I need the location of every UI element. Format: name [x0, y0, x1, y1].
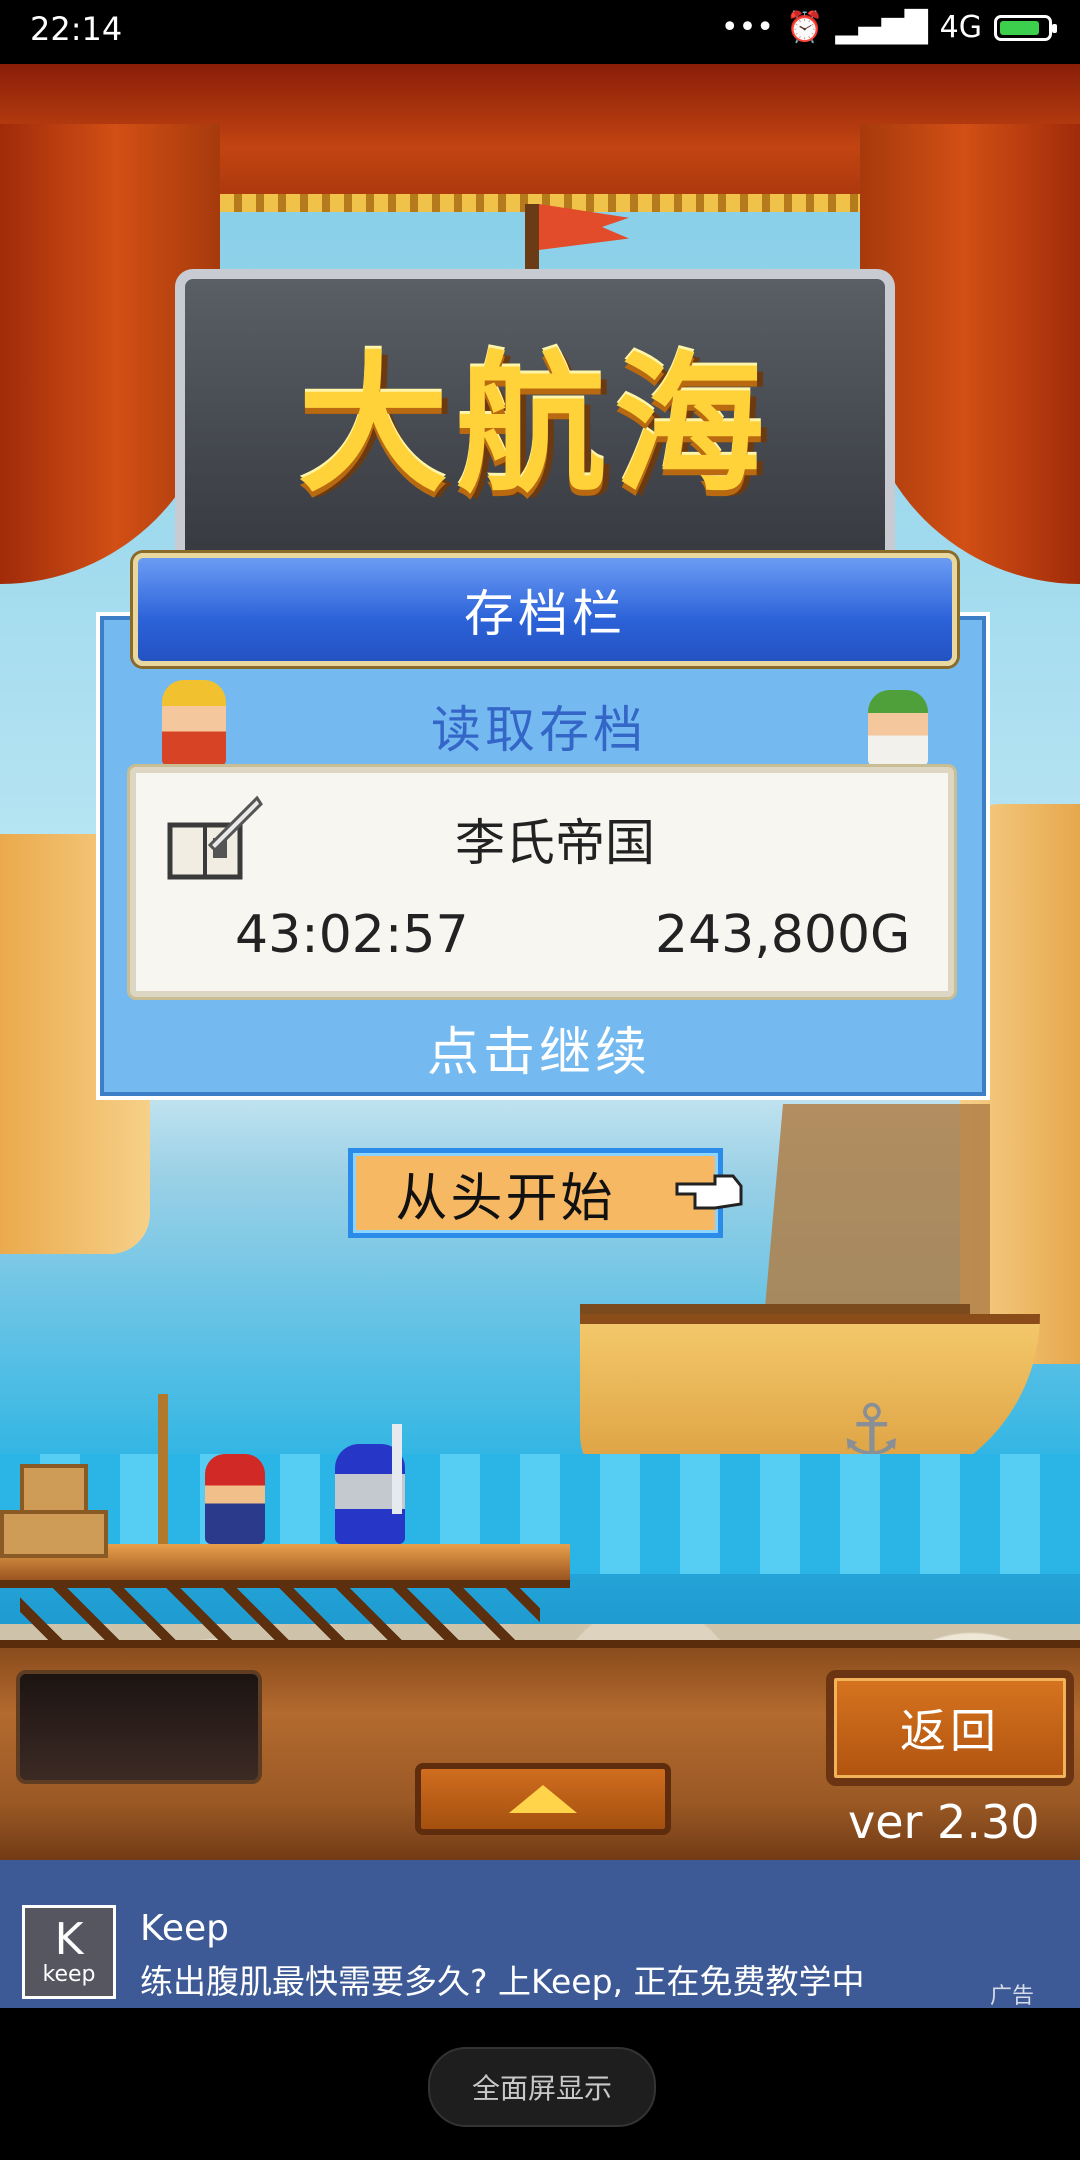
load-save-label: 读取存档 — [431, 701, 647, 759]
journal-quill-icon — [167, 795, 263, 880]
expand-menu-button[interactable] — [415, 1763, 671, 1835]
back-button[interactable]: 返回 — [826, 1670, 1074, 1786]
arrow-up-icon — [509, 1785, 577, 1813]
network-type: 4G — [939, 10, 982, 45]
info-slot — [16, 1670, 262, 1784]
continue-prompt[interactable]: 点击继续 — [96, 1010, 982, 1085]
status-icons: ••• ⏰ ▂▄▆█ 4G — [720, 10, 1057, 45]
restart-button-label: 从头开始 — [395, 1168, 616, 1229]
pirate-character — [205, 1454, 265, 1544]
restart-button[interactable]: 从头开始 — [348, 1148, 723, 1238]
keep-logo-letter: K — [54, 1913, 84, 1965]
save-title-banner: 存档栏 — [133, 553, 957, 666]
save-slot-play-time: 43:02:57 — [235, 905, 469, 965]
pointing-hand-icon — [675, 1174, 743, 1210]
ad-tag: 广告 — [990, 1984, 1035, 2009]
lamp-post — [158, 1394, 168, 1544]
game-logo-title: 大航海 — [297, 339, 772, 513]
alarm-icon: ⏰ — [786, 10, 824, 45]
battery-fill — [1000, 20, 1039, 35]
back-button-label: 返回 — [900, 1704, 1000, 1758]
sword-icon — [392, 1424, 402, 1514]
signal-icon: ▂▄▆█ — [835, 10, 928, 45]
version-label: ver 2.30 — [848, 1795, 1040, 1849]
save-slot-name: 李氏帝国 — [455, 814, 655, 872]
status-time: 22:14 — [30, 10, 123, 48]
more-dots-icon: ••• — [720, 10, 774, 45]
save-title: 存档栏 — [464, 584, 626, 643]
status-bar: 22:14 ••• ⏰ ▂▄▆█ 4G — [0, 0, 1080, 64]
save-slot-gold: 243,800G — [655, 905, 911, 965]
battery-icon — [994, 14, 1057, 41]
ad-text[interactable]: 练出腹肌最快需要多久? 上Keep, 正在免费教学中 — [140, 1955, 865, 2003]
keep-app-icon[interactable]: K keep — [22, 1905, 116, 1999]
keep-logo-word: keep — [42, 1961, 96, 1987]
crate — [0, 1510, 108, 1558]
ad-title[interactable]: Keep — [140, 1908, 229, 1949]
fullscreen-button[interactable]: 全面屏显示 — [428, 2047, 656, 2127]
